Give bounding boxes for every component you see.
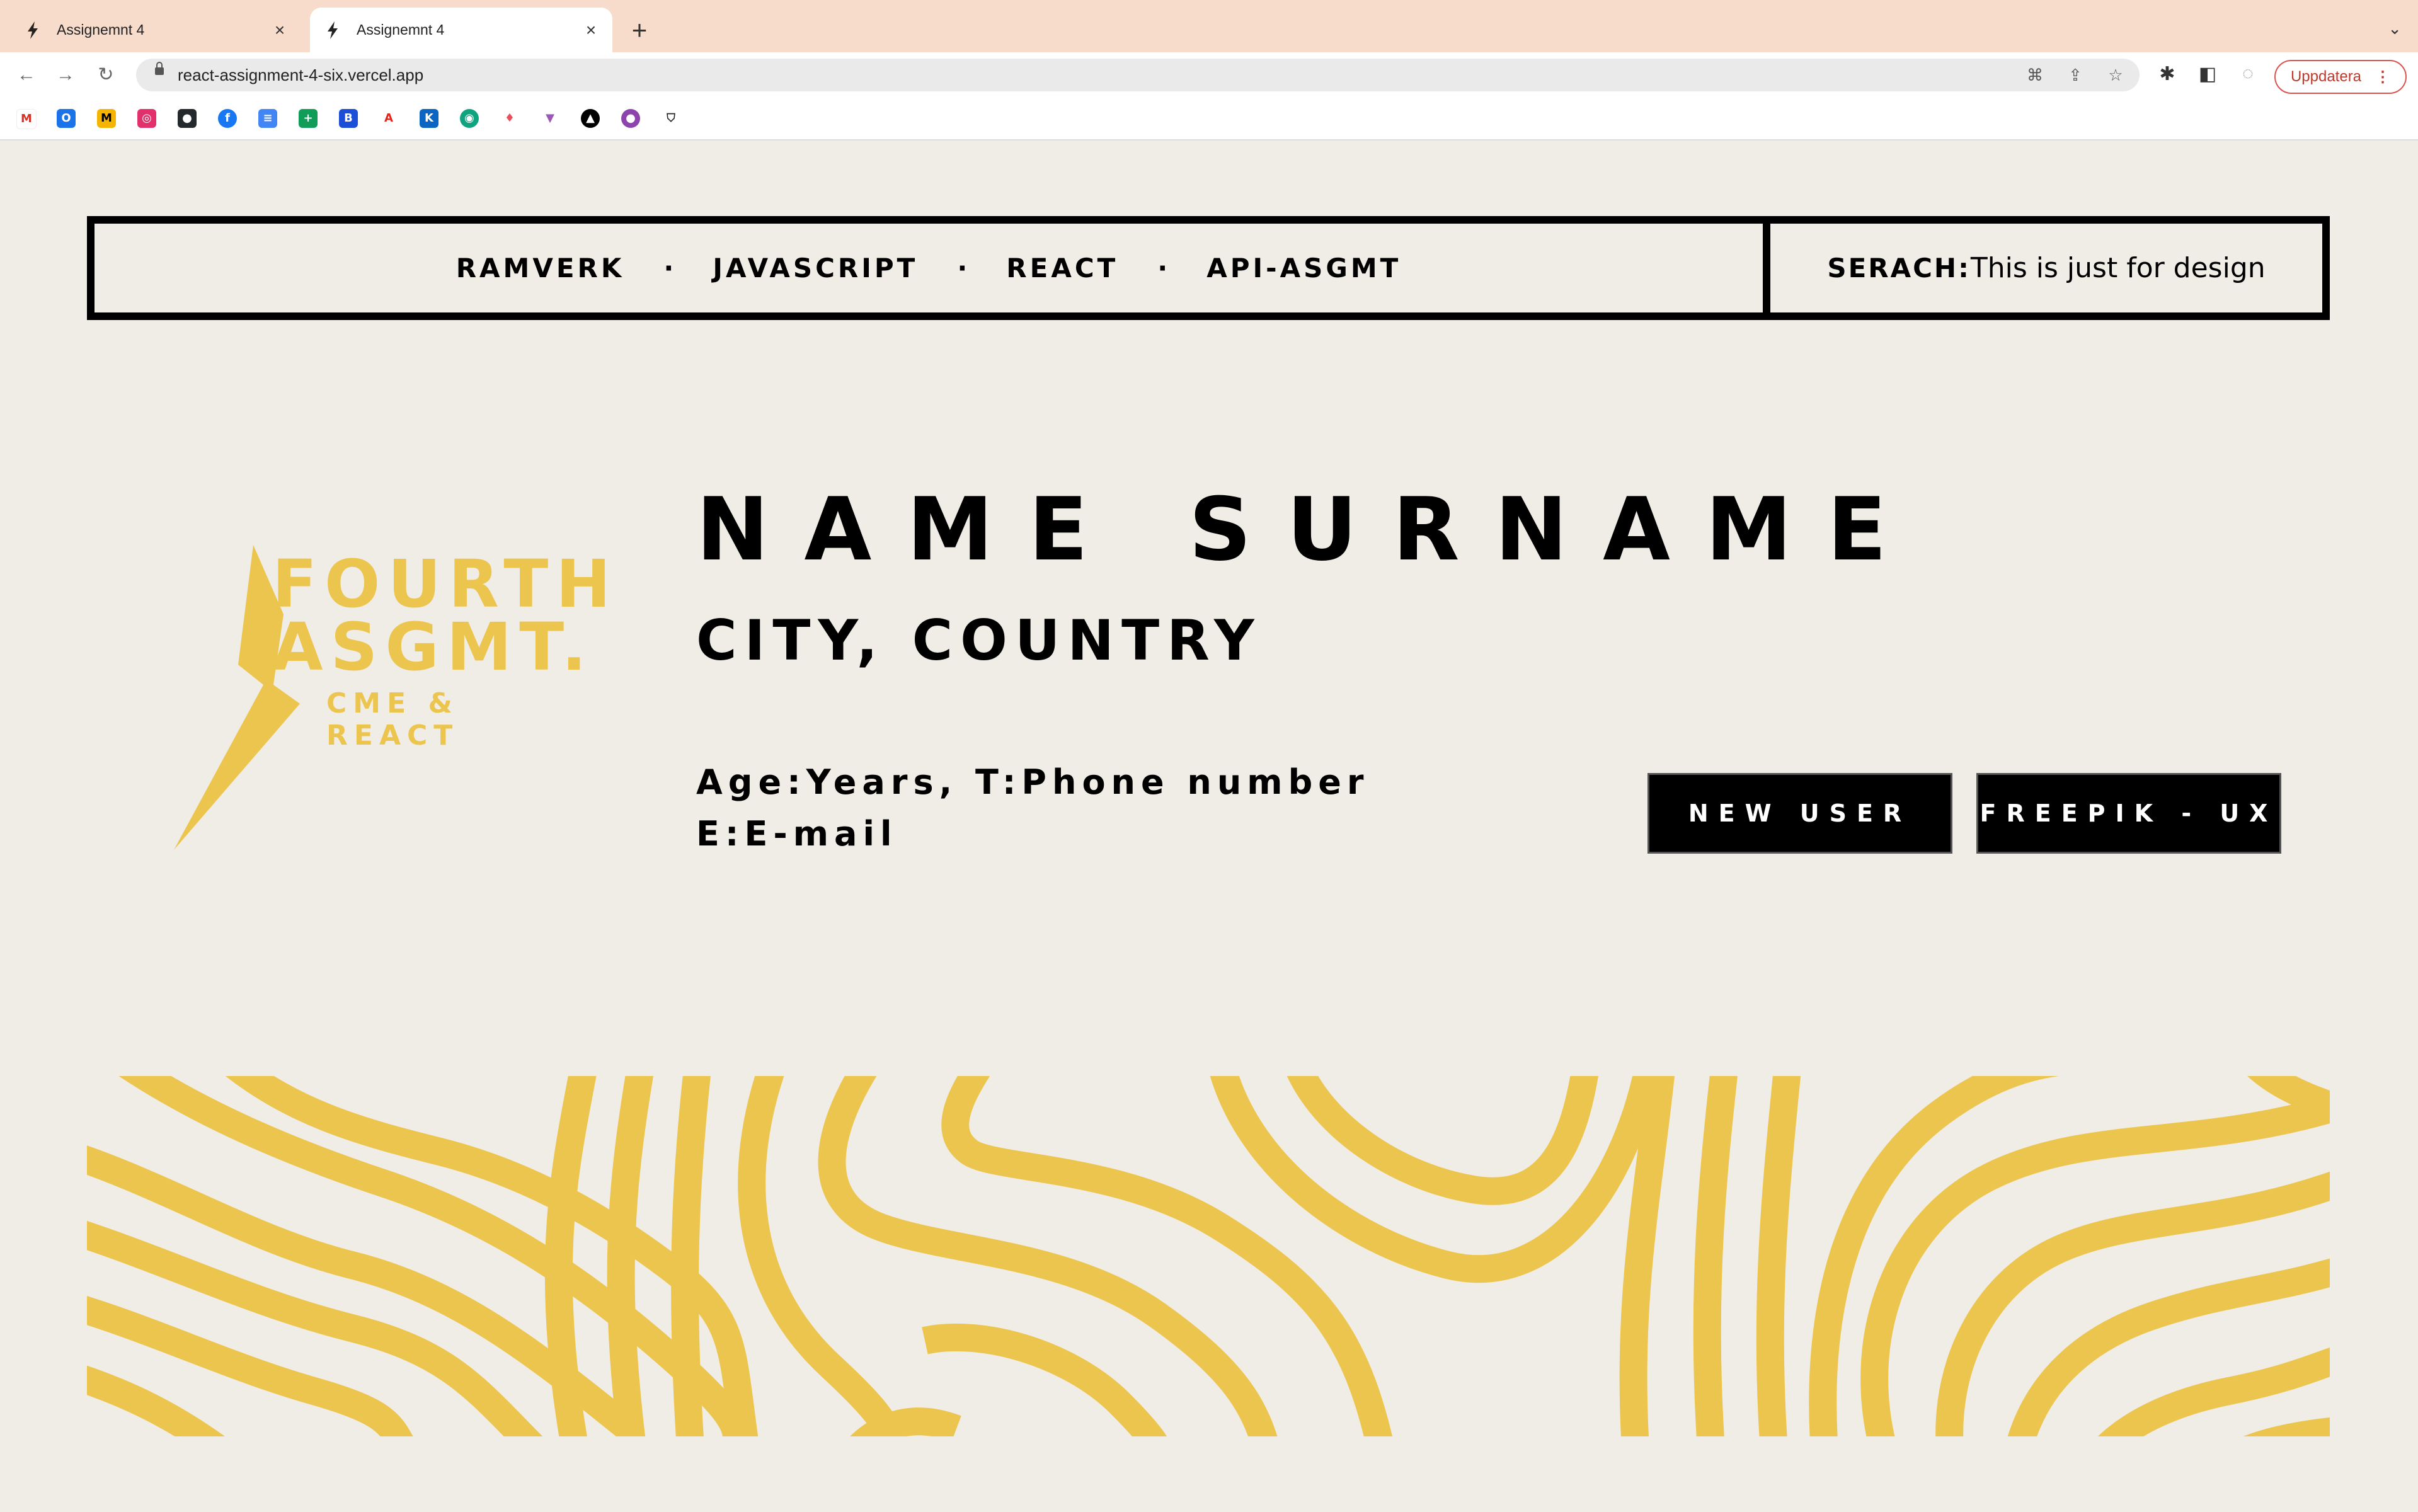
tab-search-chevron-icon[interactable]: ⌄ <box>2388 19 2402 38</box>
new-user-button[interactable]: NEW USER <box>1649 775 1951 852</box>
address-bar[interactable]: react-assignment-4-six.vercel.app ⌘ ⇪ ☆ <box>136 59 2140 91</box>
browser-tab-active[interactable]: Assignemnt 4 × <box>310 8 612 52</box>
adobe-bookmark-icon[interactable]: A <box>379 109 398 128</box>
update-browser-button[interactable]: Uppdatera ⋮ <box>2274 60 2407 94</box>
b-bookmark-icon[interactable]: B <box>339 109 358 128</box>
profile-location: CITY, COUNTRY <box>696 608 1262 673</box>
url-text[interactable]: react-assignment-4-six.vercel.app <box>178 59 423 91</box>
bookmark-star-icon[interactable]: ☆ <box>2106 65 2126 85</box>
nav-link-react[interactable]: REACT <box>1006 253 1118 284</box>
chatgpt-bookmark-icon[interactable]: ◉ <box>460 109 479 128</box>
pin-bookmark-icon[interactable]: ♦ <box>500 109 519 128</box>
google-docs-bookmark-icon[interactable]: ≡ <box>258 109 277 128</box>
lock-icon[interactable] <box>155 62 164 75</box>
freepik-ux-button[interactable]: FREEPIK - UX <box>1978 775 2279 852</box>
reload-icon[interactable]: ↻ <box>92 61 120 89</box>
more-menu-icon: ⋮ <box>2375 68 2391 86</box>
vercel-bookmark-icon[interactable]: ▲ <box>581 109 600 128</box>
update-label: Uppdatera <box>2290 68 2362 85</box>
google-sheets-bookmark-icon[interactable]: + <box>299 109 318 128</box>
nav-links: RAMVERK · JAVASCRIPT · REACT · API-ASGMT <box>95 224 1770 312</box>
side-panel-icon[interactable]: ◧ <box>2195 63 2220 85</box>
instagram-bookmark-icon[interactable]: ◎ <box>137 109 156 128</box>
nav-separator: · <box>957 253 968 284</box>
browser-tab-bar: Assignemnt 4 × Assignemnt 4 × + ⌄ <box>0 0 2418 52</box>
close-tab-icon[interactable]: × <box>578 20 604 40</box>
extensions-puzzle-icon[interactable]: ✱ <box>2155 63 2180 85</box>
translate-icon[interactable]: ⌘ <box>2025 65 2045 85</box>
wavy-stripes-pattern <box>87 1076 2330 1436</box>
gmail-bookmark-icon[interactable]: M <box>16 109 37 129</box>
nav-link-javascript[interactable]: JAVASCRIPT <box>713 253 918 284</box>
logo-subtitle: CME & REACT <box>326 687 459 752</box>
new-tab-button[interactable]: + <box>627 14 652 47</box>
wavy-stripes-banner <box>87 1076 2330 1436</box>
logo-line-2: ASGMT. <box>272 609 594 685</box>
nav-link-ramverk[interactable]: RAMVERK <box>456 253 625 284</box>
k-bookmark-icon[interactable]: K <box>420 109 438 128</box>
bolt-favicon-icon <box>328 21 338 39</box>
bookmarks-bar: M O M ◎ ● f ≡ + B A K ◉ ♦ ▼ ▲ ● ⛉ <box>0 98 2418 140</box>
search-label: SERACH: <box>1827 253 1971 284</box>
tab-title: Assignemnt 4 <box>357 21 445 38</box>
site-logo: FOURTH ASGMT. CME & REACT <box>170 539 610 854</box>
nav-link-api-asgmt[interactable]: API-ASGMT <box>1206 253 1401 284</box>
profile-email: E:E-mail <box>696 814 898 854</box>
shield-bookmark-icon[interactable]: ⛉ <box>662 109 680 128</box>
bolt-favicon-icon <box>28 21 38 39</box>
browser-toolbar: ← → ↻ react-assignment-4-six.vercel.app … <box>0 52 2418 98</box>
nav-separator: · <box>663 253 674 284</box>
forward-arrow-icon[interactable]: → <box>52 61 79 89</box>
vite-bookmark-icon[interactable]: ▼ <box>541 109 559 128</box>
profile-icon[interactable]: ◌ <box>2235 63 2260 84</box>
browser-tab[interactable]: Assignemnt 4 × <box>13 8 301 52</box>
search-text[interactable]: This is just for design <box>1971 252 2266 284</box>
tab-title: Assignemnt 4 <box>57 21 145 38</box>
profile-age-phone: Age:Years, T:Phone number <box>696 762 1370 802</box>
miro-bookmark-icon[interactable]: M <box>97 109 116 128</box>
back-arrow-icon[interactable]: ← <box>13 61 40 89</box>
nav-separator: · <box>1157 253 1168 284</box>
share-icon[interactable]: ⇪ <box>2065 65 2085 85</box>
facebook-bookmark-icon[interactable]: f <box>218 109 237 128</box>
close-tab-icon[interactable]: × <box>267 20 292 40</box>
orb-bookmark-icon[interactable]: ● <box>621 109 640 128</box>
github-bookmark-icon[interactable]: ● <box>178 109 197 128</box>
logo-line-1: FOURTH <box>272 546 619 622</box>
profile-name: NAME SURNAME <box>696 479 1922 580</box>
site-nav: RAMVERK · JAVASCRIPT · REACT · API-ASGMT… <box>87 216 2330 320</box>
search-box[interactable]: SERACH: This is just for design <box>1770 224 2322 312</box>
outlook-bookmark-icon[interactable]: O <box>57 109 76 128</box>
